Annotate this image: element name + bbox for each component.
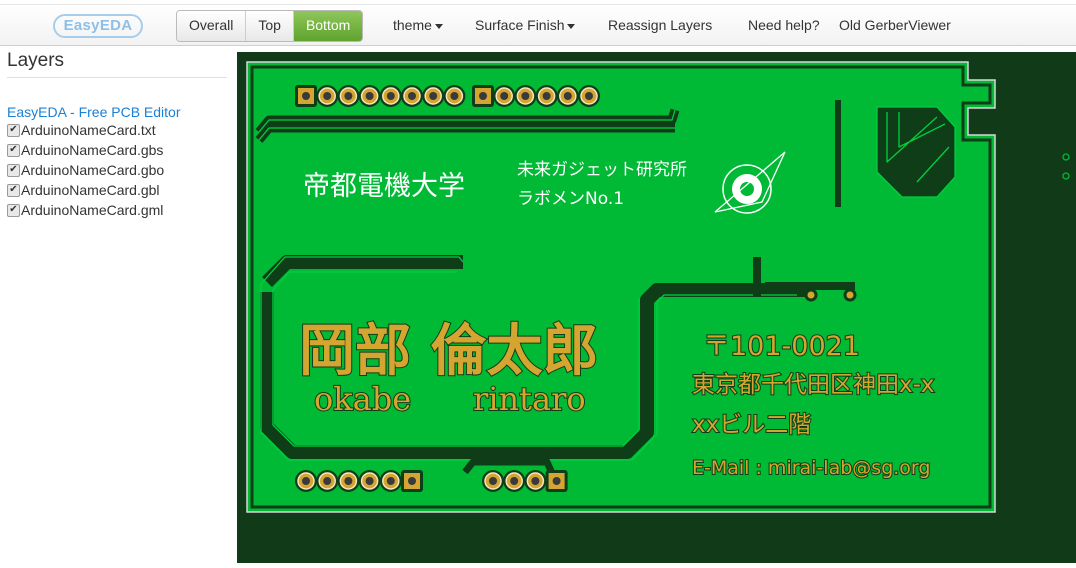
layer-item: ✔ ArduinoNameCard.gbs [7,140,227,160]
drill-hole [521,92,530,100]
reassign-layers-link[interactable]: Reassign Layers [608,17,712,33]
drill-hole [323,477,332,485]
drill-hole [531,477,540,485]
top-button[interactable]: Top [246,11,294,41]
drill-hole [302,92,310,100]
drill-hole [510,477,519,485]
drill-hole [386,92,395,100]
drill-hole [344,92,353,100]
lab-text: 未来ガジェット研究所 [517,160,687,180]
layer-item: ✔ ArduinoNameCard.gml [7,200,227,220]
pad [843,288,857,302]
address-line-2: xxビル二階 [692,412,811,438]
drill-hole [429,92,438,100]
layers-sidebar: Layers EasyEDA - Free PCB Editor ✔ Arduin… [7,50,227,220]
email-text: E-Mail : mirai-lab@sg.org [692,457,930,479]
drill-hole [365,92,374,100]
drill-hole [365,477,374,485]
easyeda-editor-link[interactable]: EasyEDA - Free PCB Editor [7,104,227,120]
drill-hole [302,477,310,485]
drill-hole [323,92,332,100]
drill-hole [500,92,509,100]
surface-finish-dropdown[interactable]: Surface Finish [475,17,576,33]
layer-checkbox[interactable]: ✔ [7,163,20,177]
drill-hole [542,92,551,100]
pad [804,288,818,302]
drill-hole [344,477,353,485]
bottom-button[interactable]: Bottom [293,11,363,41]
layer-checkbox[interactable]: ✔ [7,183,20,197]
need-help-link[interactable]: Need help? [748,17,820,33]
name-first: okabe [314,380,411,418]
layer-checkbox[interactable]: ✔ [7,143,20,157]
drill-hole [552,477,561,485]
name-japanese: 岡部 倫太郎 [299,319,599,384]
drill-hole [408,477,416,485]
drill-hole [585,92,593,100]
caret-down-icon [434,23,443,29]
layer-name: ArduinoNameCard.txt [21,122,156,138]
overall-button[interactable]: Overall [177,11,247,41]
member-number-text: ラボメンNo.1 [517,189,624,209]
gerber-viewer-canvas[interactable]: 帝都電機大学 未来ガジェット研究所 ラボメンNo.1 岡部 倫太郎 okabe … [237,52,1076,563]
easyeda-logo[interactable]: EasyEDA [53,14,143,38]
theme-dropdown[interactable]: theme [393,17,443,33]
layer-name: ArduinoNameCard.gbo [21,162,165,178]
caret-down-icon [567,23,576,29]
top-toolbar: EasyEDA Overall Top Bottom theme Surface… [0,4,1076,46]
pcb-render: 帝都電機大学 未来ガジェット研究所 ラボメンNo.1 岡部 倫太郎 okabe … [246,61,1070,513]
theme-label: theme [393,17,432,33]
surface-finish-label: Surface Finish [475,17,565,33]
drill-hole [386,477,395,485]
layer-name: ArduinoNameCard.gml [21,202,164,218]
drill-hole [563,92,572,100]
via [1062,172,1070,180]
old-gerberviewer-link[interactable]: Old GerberViewer [839,17,951,33]
postal-code: 〒101-0021 [703,331,860,362]
layer-item: ✔ ArduinoNameCard.gbo [7,160,227,180]
layer-name: ArduinoNameCard.gbs [21,142,164,158]
layer-item: ✔ ArduinoNameCard.txt [7,120,227,140]
layer-name: ArduinoNameCard.gbl [21,182,160,198]
layer-item: ✔ ArduinoNameCard.gbl [7,180,227,200]
view-button-group: Overall Top Bottom [176,10,364,42]
university-text: 帝都電機大学 [303,171,465,202]
drill-hole [450,92,459,100]
layers-title: Layers [7,50,227,78]
drill-hole [408,92,416,100]
name-last: rintaro [473,380,586,418]
via [1062,153,1070,161]
address-line-1: 東京都千代田区神田x-x [692,372,935,398]
layer-checkbox[interactable]: ✔ [7,203,20,217]
layer-checkbox[interactable]: ✔ [7,123,20,137]
drill-hole [479,92,487,100]
drill-hole [489,477,497,485]
